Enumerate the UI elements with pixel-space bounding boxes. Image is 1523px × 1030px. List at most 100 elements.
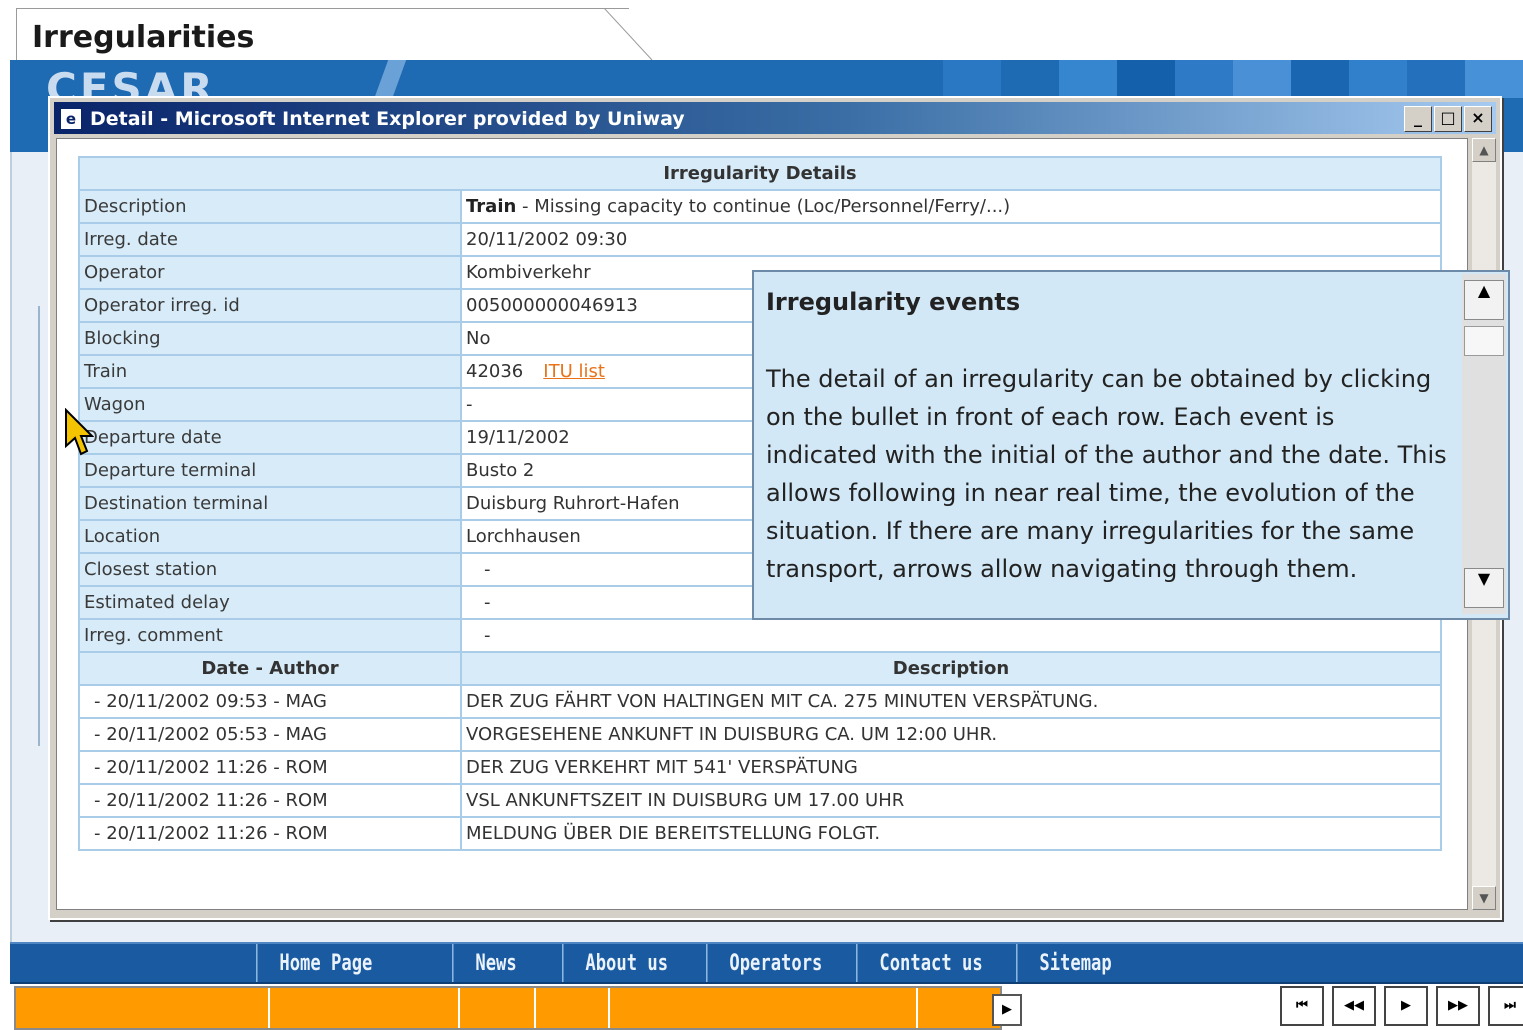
banner-tile <box>1175 60 1233 98</box>
tooltip-scroll-down-icon[interactable]: ▼ <box>1464 568 1504 608</box>
details-row-label: Blocking <box>78 321 462 356</box>
banner-tile <box>1349 60 1407 98</box>
details-row-label: Estimated delay <box>78 585 462 620</box>
timeline-divider <box>268 988 270 1028</box>
timeline-divider <box>916 988 918 1028</box>
banner-tile <box>1233 60 1291 98</box>
event-description: DER ZUG FÄHRT VON HALTINGEN MIT CA. 275 … <box>460 684 1442 719</box>
details-row-label: Departure date <box>78 420 462 455</box>
irregularity-events-tooltip: Irregularity events The detail of an irr… <box>752 270 1510 620</box>
nav-contact-us[interactable]: Contact us <box>856 944 983 982</box>
event-date-author[interactable]: - 20/11/2002 11:26 - ROM <box>78 783 462 818</box>
details-row-value: - <box>460 618 1442 653</box>
event-date-author[interactable]: - 20/11/2002 09:53 - MAG <box>78 684 462 719</box>
timeline-bar <box>14 986 1002 1030</box>
nav-news[interactable]: News <box>452 944 538 982</box>
window-controls: _ □ × <box>1404 106 1492 132</box>
details-row-label: Irreg. comment <box>78 618 462 653</box>
value-text: Lorchhausen <box>466 526 581 547</box>
value-text: - <box>484 625 491 646</box>
nav-slot: Sitemap <box>1016 944 1182 982</box>
window-titlebar[interactable]: e Detail - Microsoft Internet Explorer p… <box>54 102 1496 134</box>
event-row[interactable]: - 20/11/2002 11:26 - ROM DER ZUG VERKEHRT… <box>78 750 1442 785</box>
details-header: Irregularity Details <box>78 156 1442 191</box>
details-row-label: Destination terminal <box>78 486 462 521</box>
tooltip-scroll-up-icon[interactable]: ▲ <box>1464 280 1504 320</box>
prev-page-icon[interactable]: ◀◀ <box>1332 986 1376 1026</box>
banner-tile <box>1001 60 1059 98</box>
scroll-down-arrow-icon[interactable]: ▼ <box>1472 886 1496 910</box>
details-row-label: Departure terminal <box>78 453 462 488</box>
value-text: No <box>466 328 491 349</box>
value-text: - <box>484 559 491 580</box>
banner-tile <box>1407 60 1465 98</box>
ie-icon: e <box>60 108 82 130</box>
value-text: - <box>466 394 473 415</box>
close-button[interactable]: × <box>1464 106 1492 132</box>
first-page-icon[interactable]: ⏮ <box>1280 986 1324 1026</box>
details-row-label: Operator <box>78 255 462 290</box>
nav-slot: About us <box>562 944 706 982</box>
timeline-next-icon[interactable]: ▶ <box>992 994 1022 1026</box>
value-text: 42036 <box>466 361 524 382</box>
last-page-icon[interactable]: ⏭ <box>1488 986 1523 1026</box>
event-description: DER ZUG VERKEHRT MIT 541' VERSPÄTUNG <box>460 750 1442 785</box>
value-text: - Missing capacity to continue (Loc/Pers… <box>516 196 1011 217</box>
nav-slot: News <box>452 944 562 982</box>
minimize-button[interactable]: _ <box>1404 106 1432 132</box>
next-page-icon[interactable]: ▶▶ <box>1436 986 1480 1026</box>
event-date-author[interactable]: - 20/11/2002 05:53 - MAG <box>78 717 462 752</box>
nav-operators[interactable]: Operators <box>706 944 823 982</box>
event-description: VORGESEHENE ANKUNFT IN DUISBURG CA. UM 1… <box>460 717 1442 752</box>
tab-title: Irregularities <box>32 20 255 55</box>
mouse-cursor-icon <box>65 408 94 456</box>
maximize-button[interactable]: □ <box>1434 106 1462 132</box>
nav-slot: Home Page <box>256 944 452 982</box>
event-row[interactable]: - 20/11/2002 11:26 - ROM VSL ANKUNFTSZEIT… <box>78 783 1442 818</box>
details-header-row: Irregularity Details <box>78 156 1442 191</box>
nav-home-page[interactable]: Home Page <box>256 944 409 982</box>
value-text: 19/11/2002 <box>466 427 570 448</box>
details-row-label: Operator irreg. id <box>78 288 462 323</box>
nav-items: Home Page News About us Operators Contact us… <box>256 944 1182 982</box>
nav-slot: Contact us <box>856 944 1016 982</box>
nav-sitemap[interactable]: Sitemap <box>1016 944 1145 982</box>
event-date-author[interactable]: - 20/11/2002 11:26 - ROM <box>78 750 462 785</box>
site-navbar: Home Page News About us Operators Contact us… <box>10 942 1523 984</box>
details-row-label: Location <box>78 519 462 554</box>
nav-about-us[interactable]: About us <box>562 944 674 982</box>
tab-edge <box>604 8 653 60</box>
value-text: 20/11/2002 09:30 <box>466 229 628 250</box>
events-col-description: Description <box>460 651 1442 686</box>
banner-tile <box>1465 60 1523 98</box>
details-row: Irreg. date 20/11/2002 09:30 <box>78 222 1442 257</box>
value-text: - <box>484 592 491 613</box>
event-date-author[interactable]: - 20/11/2002 11:26 - ROM <box>78 816 462 851</box>
details-row: Irreg. comment - <box>78 618 1442 653</box>
nav-slot: Operators <box>706 944 856 982</box>
window-title: Detail - Microsoft Internet Explorer pro… <box>90 108 685 130</box>
events-header-row: Date - Author Description <box>78 651 1442 686</box>
event-row[interactable]: - 20/11/2002 11:26 - ROM MELDUNG ÜBER DIE… <box>78 816 1442 851</box>
banner-tile <box>1291 60 1349 98</box>
tab-strip: Irregularities <box>0 0 1523 61</box>
tooltip-scroll-thumb[interactable] <box>1464 326 1504 356</box>
event-row[interactable]: - 20/11/2002 09:53 - MAG DER ZUG FÄHRT VO… <box>78 684 1442 719</box>
banner-tile <box>1059 60 1117 98</box>
itu-list-link[interactable]: ITU list <box>543 361 605 382</box>
value-text: 005000000046913 <box>466 295 638 316</box>
tooltip-scrollbar[interactable]: ▲ ▼ <box>1462 274 1506 614</box>
details-row-label: Irreg. date <box>78 222 462 257</box>
banner-tile <box>1117 60 1175 98</box>
banner-tile <box>943 60 1001 98</box>
tooltip-title: Irregularity events <box>766 288 1021 316</box>
value-text: Kombiverkehr <box>466 262 591 283</box>
scroll-up-arrow-icon[interactable]: ▲ <box>1472 138 1496 162</box>
value-text: Busto 2 <box>466 460 535 481</box>
details-row-value: 20/11/2002 09:30 <box>460 222 1442 257</box>
tooltip-text: The detail of an irregularity can be obt… <box>766 365 1447 583</box>
play-icon[interactable]: ▶ <box>1384 986 1428 1026</box>
value-text: Duisburg Ruhrort-Hafen <box>466 493 680 514</box>
event-description: MELDUNG ÜBER DIE BEREITSTELLUNG FOLGT. <box>460 816 1442 851</box>
event-row[interactable]: - 20/11/2002 05:53 - MAG VORGESEHENE ANKU… <box>78 717 1442 752</box>
